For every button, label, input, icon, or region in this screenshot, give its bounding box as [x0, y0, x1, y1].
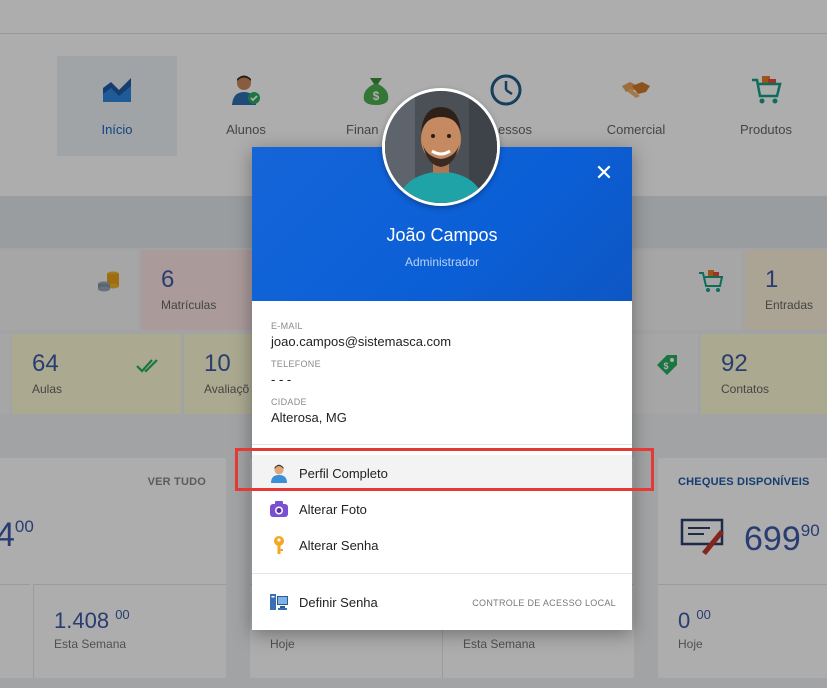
menu-definir-senha[interactable]: Definir Senha CONTROLE DE ACESSO LOCAL: [252, 584, 632, 620]
menu-alterar-senha[interactable]: Alterar Senha: [252, 527, 632, 563]
city-value: Alterosa, MG: [271, 410, 347, 425]
phone-value: - - -: [271, 372, 292, 387]
close-icon[interactable]: ✕: [594, 162, 614, 184]
divider: [252, 573, 632, 574]
profile-name: João Campos: [386, 225, 498, 245]
profile-role: Administrador: [404, 255, 480, 269]
divider: [252, 444, 632, 445]
computer-icon: [270, 594, 288, 610]
key-icon: [274, 536, 284, 554]
highlight-box: [235, 448, 654, 491]
avatar-photo: [385, 91, 497, 203]
avatar[interactable]: [382, 88, 500, 206]
email-label: E-MAIL: [271, 321, 303, 331]
camera-icon: [270, 501, 288, 517]
city-label: CIDADE: [271, 397, 307, 407]
phone-label: TELEFONE: [271, 359, 321, 369]
profile-popup: ✕ João Campos Administrador E-MAIL joao.…: [252, 147, 632, 630]
menu-alterar-foto[interactable]: Alterar Foto: [252, 491, 632, 527]
controle-acesso-local-link[interactable]: CONTROLE DE ACESSO LOCAL: [472, 598, 616, 608]
email-value: joao.campos@sistemasca.com: [271, 334, 452, 349]
